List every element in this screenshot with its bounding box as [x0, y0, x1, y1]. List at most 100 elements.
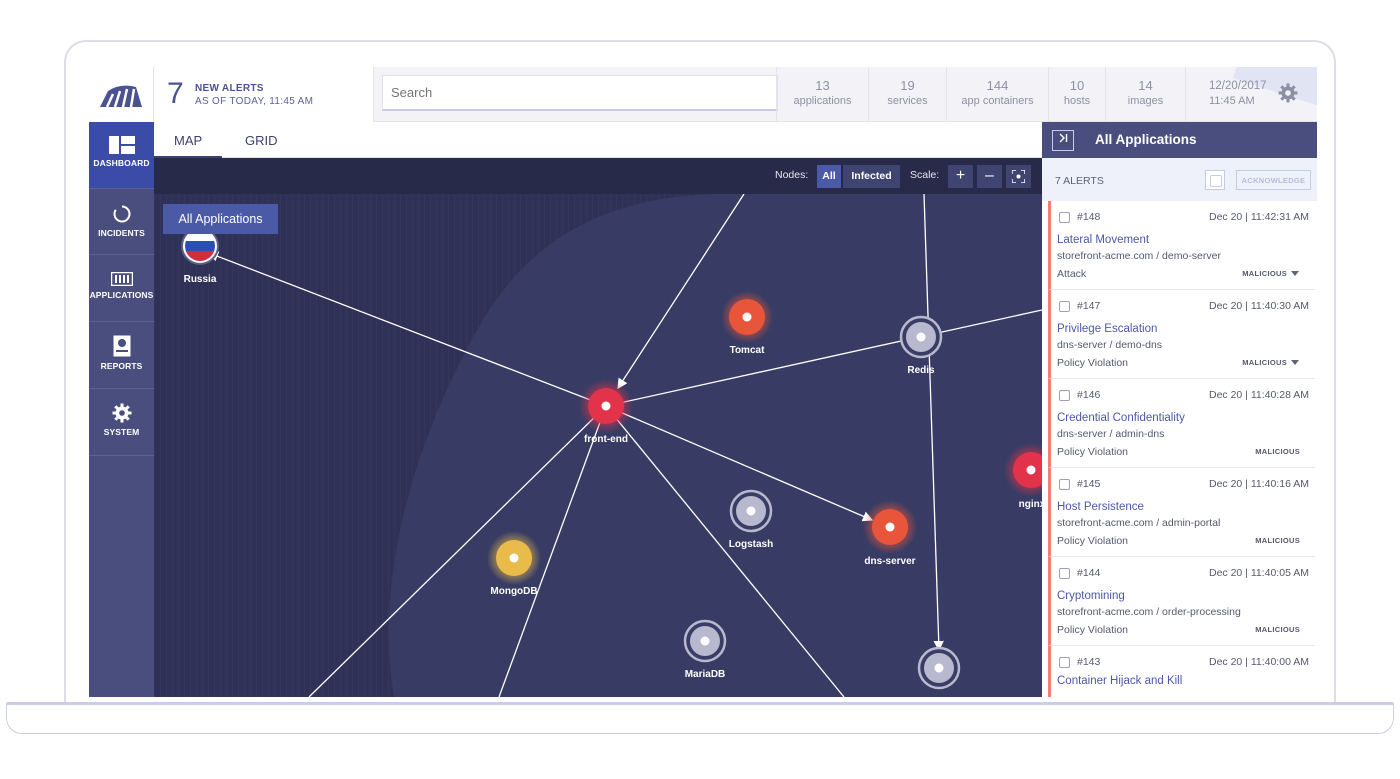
search-box[interactable] — [382, 75, 778, 111]
alerts-timestamp: AS OF TODAY, 11:45 AM — [195, 96, 314, 107]
alert-time: Dec 20 | 11:40:16 AM — [1208, 478, 1309, 490]
alert-item[interactable]: #148 Dec 20 | 11:42:31 AM Lateral Moveme… — [1048, 201, 1315, 290]
node-label: Redis — [907, 365, 935, 376]
stat-label: images — [1127, 95, 1164, 107]
search-input[interactable] — [383, 76, 777, 109]
map-canvas[interactable]: Russia Tomcat Redis front-end nginx Mong… — [154, 158, 1042, 697]
sidebar-item-incidents[interactable]: INCIDENTS — [89, 189, 154, 255]
sidebar-item-dashboard[interactable]: DASHBOARD — [89, 122, 154, 189]
alert-time: Dec 20 | 11:42:31 AM — [1208, 211, 1309, 223]
laptop-base — [6, 702, 1394, 734]
node-mongodb[interactable] — [487, 531, 541, 585]
alert-list: #148 Dec 20 | 11:42:31 AM Lateral Moveme… — [1048, 201, 1317, 697]
alert-path: storefront-acme.com / demo-server — [1057, 250, 1221, 262]
node-frontend[interactable] — [579, 379, 633, 433]
alert-checkbox[interactable] — [1059, 212, 1070, 223]
node-bottom[interactable] — [917, 646, 961, 690]
select-all-checkbox[interactable] — [1205, 170, 1225, 190]
fit-screen-icon — [1011, 169, 1026, 184]
applications-icon — [110, 272, 133, 286]
stat-hosts[interactable]: 10 hosts — [1048, 67, 1105, 122]
alert-path: dns-server / admin-dns — [1057, 428, 1165, 440]
stat-value: 10 — [1069, 78, 1085, 93]
stat-services[interactable]: 19 services — [868, 67, 946, 122]
alert-category: Policy Violation — [1057, 357, 1129, 369]
node-label: MariaDB — [685, 669, 726, 680]
node-tomcat[interactable] — [721, 291, 773, 343]
tab-grid[interactable]: GRID — [225, 122, 298, 158]
date-time: 12/20/2017 11:45 AM — [1185, 67, 1317, 122]
stat-value: 14 — [1138, 78, 1153, 93]
alert-category: Policy Violation — [1057, 446, 1129, 458]
node-label: MongoDB — [490, 586, 537, 597]
sidebar-item-applications[interactable]: APPLICATIONS — [89, 255, 154, 322]
sidebar-item-label: INCIDENTS — [98, 228, 145, 238]
alert-name[interactable]: Host Persistence — [1057, 501, 1144, 513]
alert-name[interactable]: Privilege Escalation — [1057, 323, 1157, 335]
alert-time: Dec 20 | 11:40:30 AM — [1208, 300, 1309, 312]
stat-app-containers[interactable]: 144 app containers — [946, 67, 1048, 122]
alerts-count-label: 7 ALERTS — [1055, 175, 1104, 187]
sidebar: DASHBOARD INCIDENTS APPLICATIONS REPORTS… — [89, 122, 154, 697]
zoom-in-button[interactable]: + — [948, 165, 973, 188]
alert-checkbox[interactable] — [1059, 301, 1070, 312]
alert-name[interactable]: Credential Confidentiality — [1057, 412, 1185, 424]
stat-value: 13 — [815, 78, 830, 93]
severity-badge: MALICIOUS — [1255, 447, 1300, 456]
alert-id: #143 — [1077, 656, 1101, 668]
panel-header: All Applications — [1042, 122, 1317, 158]
network-map[interactable]: Russia Tomcat Redis front-end nginx Mong… — [154, 158, 1042, 697]
alert-name[interactable]: Lateral Movement — [1057, 234, 1149, 246]
tab-map[interactable]: MAP — [154, 122, 223, 158]
stat-images[interactable]: 14 images — [1105, 67, 1185, 122]
fit-to-screen-button[interactable] — [1006, 165, 1031, 188]
node-mariadb[interactable] — [683, 619, 727, 663]
alert-category: Policy Violation — [1057, 535, 1129, 547]
node-redis[interactable] — [899, 315, 943, 359]
settings-gear-icon[interactable] — [1278, 83, 1298, 103]
alert-checkbox[interactable] — [1059, 657, 1070, 668]
all-applications-chip[interactable]: All Applications — [163, 204, 278, 234]
alert-item[interactable]: #143 Dec 20 | 11:40:00 AM Container Hija… — [1048, 646, 1315, 697]
sidebar-item-system[interactable]: SYSTEM — [89, 389, 154, 456]
reports-icon — [113, 335, 130, 357]
node-dnsserver[interactable] — [863, 500, 917, 554]
alert-item[interactable]: #145 Dec 20 | 11:40:16 AM Host Persisten… — [1048, 468, 1315, 557]
alert-item[interactable]: #147 Dec 20 | 11:40:30 AM Privilege Esca… — [1048, 290, 1315, 379]
alert-item[interactable]: #144 Dec 20 | 11:40:05 AM Cryptomining s… — [1048, 557, 1315, 646]
expand-chevron-down-icon[interactable] — [1291, 360, 1299, 365]
stat-label: app containers — [961, 95, 1034, 107]
stat-applications[interactable]: 13 applications — [776, 67, 868, 122]
alert-checkbox[interactable] — [1059, 568, 1070, 579]
zoom-out-button[interactable]: – — [977, 165, 1002, 188]
node-logstash[interactable] — [729, 489, 773, 533]
new-alerts-summary[interactable]: 7 NEW ALERTS AS OF TODAY, 11:45 AM — [154, 67, 374, 122]
stat-value: 19 — [900, 78, 915, 93]
logo[interactable] — [89, 67, 154, 122]
sidebar-item-label: APPLICATIONS — [89, 290, 154, 300]
collapse-icon — [1059, 133, 1068, 143]
alert-name[interactable]: Container Hijack and Kill — [1057, 675, 1182, 687]
alert-name[interactable]: Cryptomining — [1057, 590, 1125, 602]
sidebar-item-label: SYSTEM — [103, 427, 140, 437]
alerts-count: 7 — [167, 77, 184, 110]
node-label: Logstash — [729, 539, 773, 550]
acknowledge-button[interactable]: ACKNOWLEDGE — [1236, 170, 1311, 190]
alert-item[interactable]: #146 Dec 20 | 11:40:28 AM Credential Con… — [1048, 379, 1315, 468]
alert-category: Policy Violation — [1057, 624, 1129, 636]
alerts-panel: All Applications 7 ALERTS ACKNOWLEDGE #1… — [1042, 122, 1317, 697]
expand-chevron-down-icon[interactable] — [1291, 271, 1299, 276]
alert-checkbox[interactable] — [1059, 479, 1070, 490]
severity-badge: MALICIOUS — [1242, 358, 1287, 367]
severity-badge: MALICIOUS — [1255, 625, 1300, 634]
alert-time: Dec 20 | 11:40:05 AM — [1208, 567, 1309, 579]
alert-checkbox[interactable] — [1059, 390, 1070, 401]
collapse-panel-button[interactable] — [1052, 130, 1074, 151]
sidebar-item-reports[interactable]: REPORTS — [89, 322, 154, 389]
alert-time: Dec 20 | 11:40:28 AM — [1208, 389, 1309, 401]
filter-all-button[interactable]: All — [817, 165, 841, 188]
alerts-toolbar: 7 ALERTS ACKNOWLEDGE — [1042, 158, 1317, 201]
alert-id: #146 — [1077, 389, 1101, 401]
filter-infected-button[interactable]: Infected — [843, 165, 900, 188]
alert-path: storefront-acme.com / admin-portal — [1057, 517, 1221, 529]
